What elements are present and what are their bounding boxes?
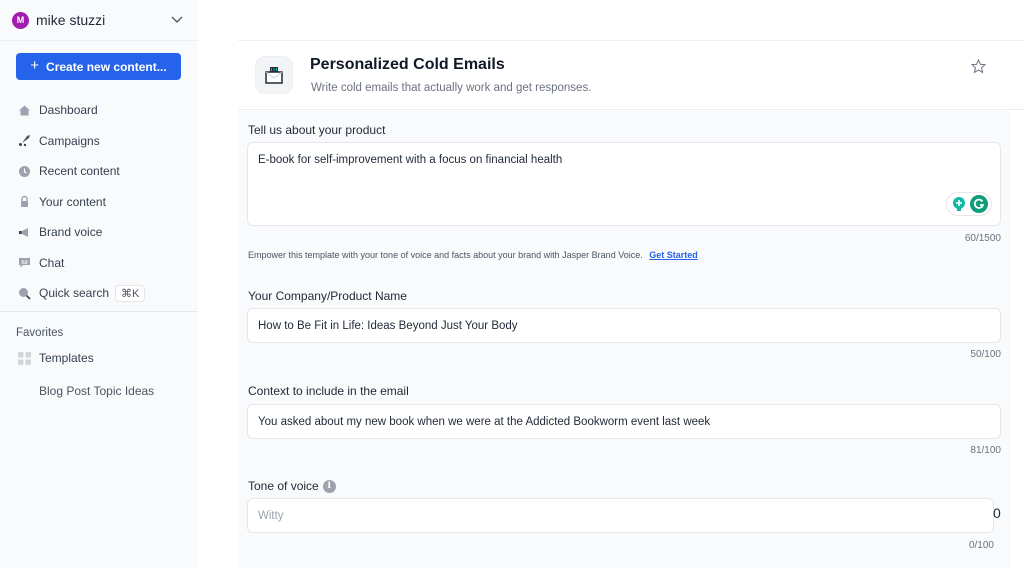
envelope-icon [255, 56, 293, 94]
sidebar-item-campaigns[interactable]: Campaigns [18, 126, 188, 157]
shortcut-badge: ⌘K [115, 284, 146, 302]
favorite-item-blog-post-topic-ideas[interactable]: Blog Post Topic Ideas [39, 384, 154, 398]
sidebar-item-quick-search[interactable]: Quick search ⌘K [18, 278, 188, 309]
tone-label: Tone of voice i [248, 479, 336, 493]
home-icon [18, 104, 31, 117]
divider [0, 40, 198, 41]
tone-counter: 0/100 [968, 540, 994, 551]
megaphone-icon [18, 226, 31, 239]
tone-placeholder: Witty [258, 509, 284, 522]
sidebar-item-label: Dashboard [39, 103, 98, 118]
sidebar-item-label: Quick search [39, 286, 110, 301]
search-icon [18, 287, 31, 300]
sidebar-item-label: Your content [39, 194, 106, 209]
user-name: mike stuzzi [36, 12, 106, 28]
product-label: Tell us about your product [248, 123, 386, 137]
template-header: Personalized Cold Emails Write cold emai… [238, 41, 1024, 110]
context-counter: 81/100 [970, 445, 1001, 456]
rocket-icon [18, 134, 31, 147]
grid-icon [18, 351, 31, 365]
stray-character: 0 [993, 505, 1001, 521]
chevron-down-icon [171, 16, 183, 23]
divider [0, 311, 198, 312]
lightbulb-icon[interactable] [951, 196, 967, 212]
lock-icon [18, 195, 31, 208]
sidebar-item-label: Recent content [39, 164, 120, 179]
context-value: You asked about my new book when we were… [258, 415, 711, 428]
tone-label-text: Tone of voice [248, 479, 319, 493]
sidebar-item-templates[interactable]: Templates [18, 351, 94, 365]
sidebar-nav: Dashboard Campaigns Recent content Your … [18, 95, 188, 309]
company-value: How to Be Fit in Life: Ideas Beyond Just… [258, 319, 518, 332]
sidebar-item-your-content[interactable]: Your content [18, 187, 188, 218]
create-new-content-button[interactable]: + Create new content... [16, 53, 181, 80]
sidebar: M mike stuzzi + Create new content... Da… [0, 0, 198, 568]
grammarly-icon[interactable] [969, 195, 988, 213]
template-form: Tell us about your product E-book for se… [238, 111, 1011, 568]
avatar: M [12, 11, 29, 29]
sidebar-item-label: Campaigns [39, 133, 100, 148]
sidebar-item-label: Templates [39, 351, 94, 365]
chat-icon [18, 256, 31, 269]
sidebar-item-label: Brand voice [39, 225, 103, 240]
sidebar-item-dashboard[interactable]: Dashboard [18, 95, 188, 126]
get-started-link[interactable]: Get Started [649, 250, 698, 260]
brand-voice-hint: Empower this template with your tone of … [248, 250, 698, 260]
company-label: Your Company/Product Name [248, 289, 407, 303]
extension-pill [946, 192, 992, 216]
info-icon[interactable]: i [322, 479, 336, 493]
product-value: E-book for self-improvement with a focus… [258, 154, 563, 166]
plus-icon: + [30, 57, 40, 74]
sidebar-item-chat[interactable]: Chat [18, 248, 188, 279]
company-counter: 50/100 [970, 349, 1001, 360]
tone-input[interactable]: Witty [247, 498, 994, 533]
template-subtitle: Write cold emails that actually work and… [311, 82, 592, 94]
product-textarea[interactable]: E-book for self-improvement with a focus… [247, 142, 1001, 226]
sidebar-item-recent-content[interactable]: Recent content [18, 156, 188, 187]
create-button-label: Create new content... [46, 59, 167, 74]
hint-text: Empower this template with your tone of … [248, 250, 643, 260]
template-title: Personalized Cold Emails [310, 56, 505, 73]
sidebar-item-brand-voice[interactable]: Brand voice [18, 217, 188, 248]
clock-icon [18, 165, 31, 178]
favorites-heading: Favorites [16, 327, 64, 339]
context-input[interactable]: You asked about my new book when we were… [247, 404, 1001, 439]
star-icon[interactable] [971, 59, 986, 74]
product-counter: 60/1500 [964, 233, 1001, 244]
context-label: Context to include in the email [248, 384, 409, 398]
sidebar-item-label: Chat [39, 255, 65, 270]
company-input[interactable]: How to Be Fit in Life: Ideas Beyond Just… [247, 308, 1001, 343]
user-menu[interactable]: M mike stuzzi [12, 8, 188, 32]
